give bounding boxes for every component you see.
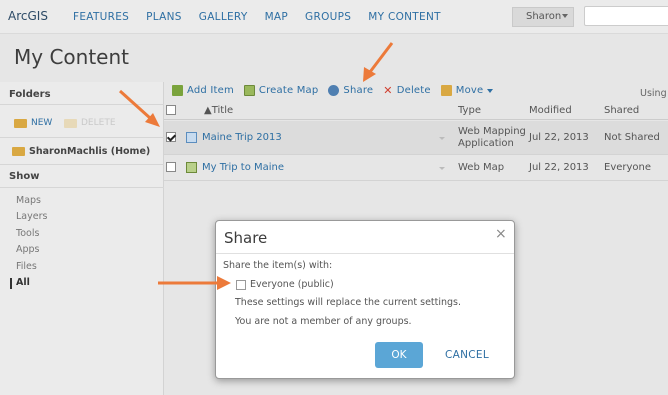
nav-link-plans[interactable]: PLANS bbox=[146, 11, 182, 23]
share-prompt: Share the item(s) with: bbox=[223, 260, 333, 271]
share-button[interactable]: Share bbox=[328, 84, 373, 97]
page-title: My Content bbox=[14, 45, 129, 69]
item-type: Web Map bbox=[458, 162, 505, 173]
arcgis-logo[interactable]: ArcGIS bbox=[8, 9, 48, 23]
column-title[interactable]: ▲Title bbox=[204, 105, 233, 116]
share-label: Share bbox=[343, 85, 374, 96]
no-groups-note: You are not a member of any groups. bbox=[235, 316, 412, 327]
item-type: Web Mapping bbox=[458, 126, 526, 137]
show-heading: Show bbox=[9, 171, 40, 182]
everyone-label[interactable]: Everyone (public) bbox=[250, 279, 334, 290]
create-map-icon bbox=[243, 85, 255, 96]
folder-icon bbox=[12, 147, 25, 156]
everyone-checkbox[interactable] bbox=[236, 280, 246, 290]
filter-layers[interactable]: Layers bbox=[16, 211, 47, 222]
using-label: Using bbox=[640, 88, 667, 99]
nav-link-features[interactable]: FEATURES bbox=[73, 11, 129, 23]
content-toolbar: Add Item Create Map Share ✕ Delete Move bbox=[172, 84, 503, 97]
nav-link-my-content[interactable]: MY CONTENT bbox=[368, 11, 441, 23]
active-indicator bbox=[10, 278, 12, 289]
column-modified[interactable]: Modified bbox=[529, 105, 572, 116]
folders-heading: Folders bbox=[9, 89, 51, 100]
delete-button[interactable]: ✕ Delete bbox=[383, 84, 430, 97]
add-item-icon bbox=[172, 85, 183, 96]
item-modified: Jul 22, 2013 bbox=[529, 162, 589, 173]
table-header: ▲Title Type Modified Shared bbox=[164, 101, 668, 120]
new-folder-button[interactable]: NEW bbox=[14, 118, 52, 128]
filter-apps[interactable]: Apps bbox=[16, 244, 40, 255]
nav-link-map[interactable]: MAP bbox=[265, 11, 288, 23]
chevron-down-icon[interactable] bbox=[439, 137, 445, 140]
filter-maps[interactable]: Maps bbox=[16, 195, 41, 206]
divider bbox=[0, 187, 164, 188]
chevron-down-icon[interactable] bbox=[439, 167, 445, 170]
search-input[interactable] bbox=[584, 6, 668, 26]
cancel-button[interactable]: CANCEL bbox=[438, 342, 496, 368]
filter-files[interactable]: Files bbox=[16, 261, 37, 272]
close-icon[interactable]: × bbox=[495, 226, 507, 242]
share-dialog: Share × Share the item(s) with: Everyone… bbox=[215, 220, 515, 379]
column-shared[interactable]: Shared bbox=[604, 105, 639, 116]
row-checkbox[interactable] bbox=[166, 162, 176, 172]
item-title-link[interactable]: My Trip to Maine bbox=[202, 162, 284, 173]
web-map-icon bbox=[186, 162, 197, 173]
select-all-checkbox[interactable] bbox=[166, 105, 176, 115]
replace-settings-note: These settings will replace the current … bbox=[235, 297, 462, 308]
web-app-icon bbox=[186, 132, 197, 143]
arrow-to-share bbox=[363, 42, 394, 82]
item-shared: Not Shared bbox=[604, 132, 660, 143]
add-item-label: Add Item bbox=[187, 85, 234, 96]
new-folder-icon bbox=[14, 118, 27, 128]
chevron-down-icon bbox=[562, 14, 568, 18]
divider bbox=[0, 137, 164, 138]
share-icon bbox=[328, 85, 340, 96]
divider bbox=[0, 164, 164, 165]
nav-link-gallery[interactable]: GALLERY bbox=[199, 11, 248, 23]
column-type[interactable]: Type bbox=[458, 105, 481, 116]
ok-button[interactable]: OK bbox=[375, 342, 423, 368]
nav-link-groups[interactable]: GROUPS bbox=[305, 11, 351, 23]
item-type-line2: Application bbox=[458, 138, 514, 149]
delete-folder-button: DELETE bbox=[64, 118, 116, 128]
user-name: Sharon bbox=[526, 11, 562, 22]
row-checkbox[interactable] bbox=[166, 132, 176, 142]
sidebar: Folders NEW DELETE SharonMachlis (Home) … bbox=[0, 82, 164, 395]
delete-folder-label: DELETE bbox=[81, 118, 116, 128]
divider bbox=[0, 104, 164, 105]
delete-label: Delete bbox=[396, 85, 431, 96]
top-nav-bar: ArcGIS FEATURES PLANS GALLERY MAP GROUPS… bbox=[0, 0, 668, 34]
add-item-button[interactable]: Add Item bbox=[172, 84, 234, 97]
table-row[interactable]: Maine Trip 2013 Web Mapping Application … bbox=[164, 121, 668, 155]
delete-folder-icon bbox=[64, 118, 77, 128]
new-folder-label: NEW bbox=[31, 118, 53, 128]
move-label: Move bbox=[455, 85, 484, 96]
create-map-button[interactable]: Create Map bbox=[243, 84, 319, 97]
divider bbox=[216, 253, 514, 254]
move-button[interactable]: Move bbox=[440, 84, 494, 97]
dialog-title: Share bbox=[224, 229, 268, 247]
filter-all[interactable]: All bbox=[16, 277, 30, 288]
item-modified: Jul 22, 2013 bbox=[529, 132, 589, 143]
item-shared: Everyone bbox=[604, 162, 652, 173]
delete-x-icon: ✕ bbox=[383, 84, 393, 97]
chevron-down-icon bbox=[487, 88, 494, 93]
move-folder-icon bbox=[440, 85, 452, 96]
nav-links: FEATURES PLANS GALLERY MAP GROUPS MY CON… bbox=[73, 11, 458, 23]
folder-home[interactable]: SharonMachlis (Home) bbox=[12, 146, 150, 157]
folder-home-label: SharonMachlis (Home) bbox=[29, 146, 151, 157]
user-menu-button[interactable]: Sharon bbox=[512, 7, 574, 27]
create-map-label: Create Map bbox=[258, 85, 319, 96]
table-row[interactable]: My Trip to Maine Web Map Jul 22, 2013 Ev… bbox=[164, 155, 668, 181]
filter-tools[interactable]: Tools bbox=[16, 228, 39, 239]
item-title-link[interactable]: Maine Trip 2013 bbox=[202, 132, 282, 143]
